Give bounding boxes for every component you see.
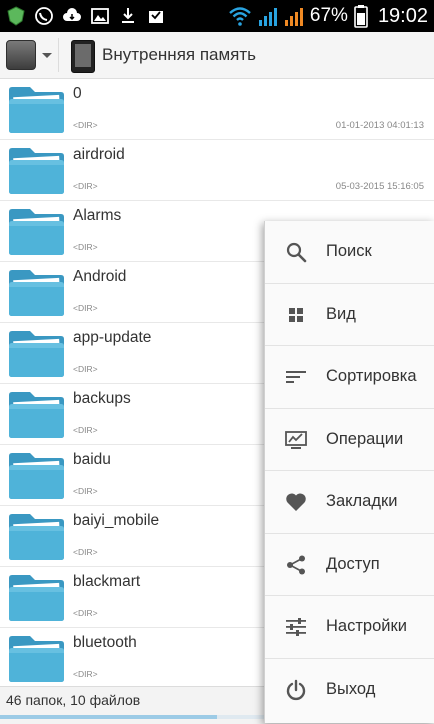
menu-item-label: Доступ: [326, 554, 380, 573]
file-type: <DIR>: [73, 669, 98, 679]
app-menu-button[interactable]: [6, 39, 52, 71]
app-icon: [6, 40, 36, 70]
system-indicators: 67% 19:02: [228, 0, 428, 32]
file-type: <DIR>: [73, 303, 98, 313]
folder-icon: [8, 574, 65, 622]
signal-icon-sim2: [284, 5, 304, 27]
signal-icon-sim1: [258, 5, 278, 27]
menu-item-label: Закладки: [326, 492, 398, 510]
operations-icon: [285, 429, 307, 451]
file-name: baidu: [73, 451, 111, 468]
file-name: Android: [73, 268, 127, 285]
file-name: Alarms: [73, 207, 122, 224]
wifi-icon: [228, 5, 252, 27]
menu-item-label: Настройки: [326, 617, 407, 635]
menu-item-search[interactable]: Поиск: [265, 221, 434, 284]
file-type: <DIR>: [73, 120, 98, 130]
file-type: <DIR>: [73, 608, 98, 618]
file-date: 05-03-2015 15:16:05: [335, 181, 424, 192]
settings-icon: [285, 616, 307, 638]
toolbar-divider: [58, 38, 59, 72]
folder-icon: [8, 452, 65, 500]
file-type: <DIR>: [73, 181, 98, 191]
viber-icon: [34, 6, 54, 26]
menu-item-settings[interactable]: Настройки: [265, 596, 434, 659]
file-name: airdroid: [73, 146, 125, 163]
file-type: <DIR>: [73, 242, 98, 252]
notification-icons: [6, 4, 166, 28]
menu-item-power[interactable]: Выход: [265, 659, 434, 721]
file-name: baiyi_mobile: [73, 512, 160, 529]
menu-item-label: Сортировка: [326, 367, 417, 385]
power-icon: [285, 679, 307, 701]
file-row[interactable]: airdroid <DIR> 05-03-2015 15:16:05: [0, 140, 434, 201]
file-type: <DIR>: [73, 364, 98, 374]
battery-percent: 67%: [309, 5, 348, 26]
shield-icon: [6, 6, 26, 26]
install-icon: [146, 6, 166, 26]
image-icon: [90, 6, 110, 26]
menu-item-label: Вид: [326, 304, 356, 323]
download-icon: [118, 6, 138, 26]
clock: 19:02: [377, 4, 428, 27]
file-name: backups: [73, 390, 131, 407]
menu-item-operations[interactable]: Операции: [265, 409, 434, 471]
menu-item-share[interactable]: Доступ: [265, 534, 434, 596]
file-name: app-update: [73, 329, 152, 346]
file-type: <DIR>: [73, 486, 98, 496]
folder-icon: [8, 635, 65, 683]
folder-icon: [8, 391, 65, 439]
file-type: <DIR>: [73, 547, 98, 557]
file-name: bluetooth: [73, 634, 137, 651]
file-name: 0: [73, 85, 82, 102]
menu-item-label: Выход: [326, 679, 376, 698]
folder-icon: [8, 147, 65, 195]
file-row[interactable]: 0 <DIR> 01-01-2013 04:01:13: [0, 79, 434, 140]
file-type: <DIR>: [73, 425, 98, 435]
toolbar: Внутренняя память: [0, 32, 434, 79]
folder-icon: [8, 513, 65, 561]
phone-icon[interactable]: [71, 40, 95, 73]
battery-icon: [354, 4, 368, 28]
folder-icon: [8, 330, 65, 378]
share-icon: [285, 554, 307, 576]
file-name: blackmart: [73, 573, 141, 590]
scroll-indicator: [0, 715, 217, 719]
status-bar: 67% 19:02: [0, 0, 434, 32]
menu-item-label: Поиск: [326, 242, 372, 260]
menu-item-heart[interactable]: Закладки: [265, 471, 434, 534]
chevron-down-icon: [42, 52, 52, 58]
folder-icon: [8, 86, 65, 134]
menu-item-sort[interactable]: Сортировка: [265, 346, 434, 409]
sort-icon: [285, 366, 307, 388]
storage-title[interactable]: Внутренняя память: [102, 32, 256, 78]
folder-icon: [8, 208, 65, 256]
search-icon: [285, 241, 307, 263]
cloud-download-icon: [62, 6, 82, 26]
menu-item-label: Операции: [326, 429, 404, 448]
heart-icon: [285, 491, 307, 513]
file-date: 01-01-2013 04:01:13: [335, 120, 424, 131]
folder-icon: [8, 269, 65, 317]
grid-icon: [285, 304, 307, 326]
overflow-menu: Поиск Вид Сортировка Операции Закладки Доступ…: [264, 221, 434, 723]
folder-summary: 46 папок, 10 файлов: [6, 692, 141, 708]
menu-item-grid[interactable]: Вид: [265, 284, 434, 346]
